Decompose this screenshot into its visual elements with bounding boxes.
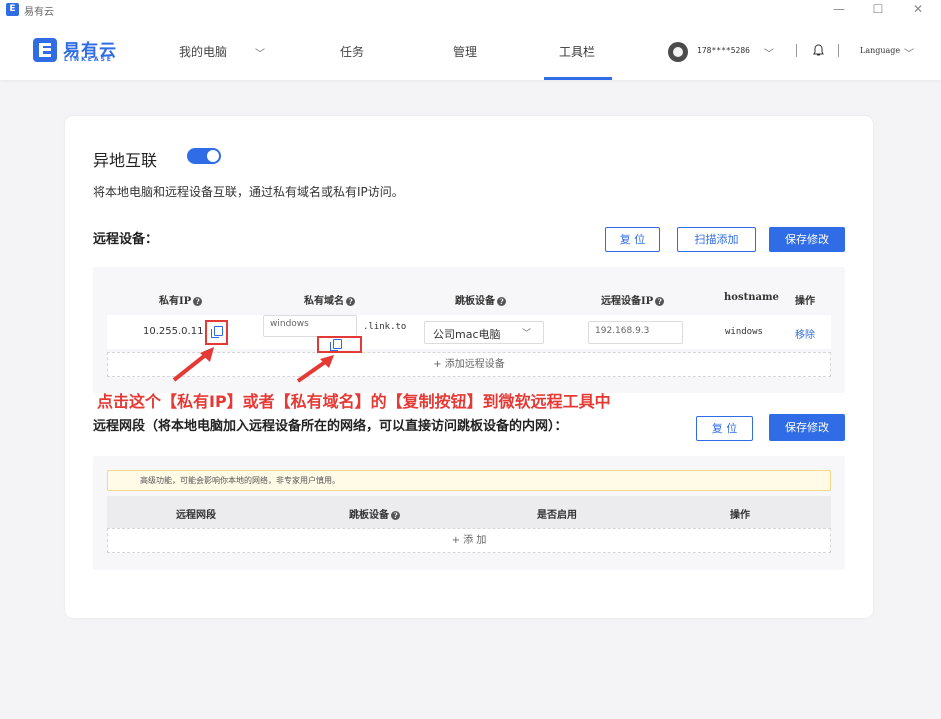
add-network-button[interactable]: + 添 加	[107, 528, 831, 553]
column-header-remote-segment: 远程网段	[176, 510, 216, 521]
page-title: 异地互联	[93, 151, 158, 170]
help-icon[interactable]: ?	[346, 297, 355, 306]
private-domain-input[interactable]: windows	[263, 315, 357, 337]
nav-manage[interactable]: 管理	[453, 43, 477, 60]
user-phone[interactable]: 178****5286	[697, 46, 750, 55]
page-description: 将本地电脑和远程设备互联，通过私有域名或私有IP访问。	[93, 185, 404, 199]
column-header-jump-device: 跳板设备?	[349, 506, 400, 521]
column-header-enabled: 是否启用	[537, 510, 577, 521]
user-chevron-down-icon[interactable]: ﹀	[764, 45, 774, 60]
bell-icon[interactable]	[813, 44, 824, 57]
logo-icon	[33, 38, 57, 62]
remote-network-panel: 高级功能，可能会影响你本地的网络，非专家用户慎用。 远程网段 跳板设备? 是否启…	[93, 456, 845, 570]
highlight-copy-domain	[317, 336, 362, 353]
warning-banner: 高级功能，可能会影响你本地的网络，非专家用户慎用。	[107, 470, 831, 491]
nav-tasks[interactable]: 任务	[340, 43, 364, 60]
minimize-button[interactable]: —	[824, 0, 854, 20]
help-icon[interactable]: ?	[655, 297, 665, 306]
chevron-down-icon[interactable]: ﹀	[255, 45, 265, 60]
help-icon[interactable]: ?	[193, 297, 203, 306]
nav-my-computer[interactable]: 我的电脑	[179, 43, 227, 60]
highlight-copy-ip	[205, 320, 228, 345]
column-header-action: 操作	[795, 296, 815, 307]
nav-active-indicator	[544, 77, 612, 80]
nav-toolbar[interactable]: 工具栏	[559, 43, 595, 60]
language-selector[interactable]: Language	[860, 46, 900, 55]
scan-add-button[interactable]: 扫描添加	[677, 227, 756, 252]
jump-device-select[interactable]: 公司mac电脑 ﹀	[424, 321, 544, 344]
remove-link[interactable]: 移除	[795, 326, 815, 341]
save-network-button[interactable]: 保存修改	[769, 414, 845, 441]
reset-button[interactable]: 复 位	[605, 227, 660, 252]
column-header-hostname: hostname	[724, 292, 779, 303]
reset-network-button[interactable]: 复 位	[696, 416, 753, 441]
domain-suffix: .link.to	[363, 322, 407, 332]
annotation-text: 点击这个【私有IP】或者【私有域名】的【复制按钮】到微软远程工具中	[97, 392, 611, 411]
help-icon[interactable]: ?	[497, 297, 506, 306]
remote-network-title: 远程网段（将本地电脑加入远程设备所在的网络，可以直接访问跳板设备的内网）：	[93, 419, 568, 434]
column-header-action: 操作	[730, 510, 750, 521]
divider	[838, 44, 839, 57]
logo-subtitle: LINKEASE	[64, 56, 113, 63]
remote-ip-input[interactable]: 192.168.9.3	[588, 321, 683, 344]
window-titlebar: E 易有云 — ☐ ✕	[0, 0, 941, 20]
annotation-arrow-icon	[172, 347, 214, 382]
private-ip-value: 10.255.0.11	[143, 326, 204, 337]
column-header-remote-ip: 远程设备IP?	[601, 292, 665, 307]
close-button[interactable]: ✕	[903, 0, 933, 20]
app-icon: E	[6, 3, 19, 16]
column-header-private-domain: 私有域名?	[304, 292, 355, 307]
jump-device-value: 公司mac电脑	[433, 328, 501, 341]
save-button[interactable]: 保存修改	[769, 227, 845, 252]
window-title: 易有云	[24, 7, 54, 18]
maximize-button[interactable]: ☐	[863, 0, 893, 20]
column-header-jump-device: 跳板设备?	[455, 292, 506, 307]
remote-devices-title: 远程设备：	[93, 232, 159, 247]
annotation-arrow-icon	[296, 355, 334, 383]
chevron-down-icon: ﹀	[521, 329, 531, 339]
avatar[interactable]	[668, 42, 688, 62]
column-header-private-ip: 私有IP?	[159, 292, 203, 307]
hostname-value: windows	[725, 327, 763, 337]
language-chevron-down-icon[interactable]: ﹀	[904, 45, 914, 60]
interconnect-toggle[interactable]	[187, 148, 221, 164]
help-icon[interactable]: ?	[391, 511, 400, 520]
top-header: 易有云 LINKEASE 我的电脑 ﹀ 任务 管理 工具栏 178****528…	[0, 20, 941, 80]
divider	[796, 44, 797, 57]
